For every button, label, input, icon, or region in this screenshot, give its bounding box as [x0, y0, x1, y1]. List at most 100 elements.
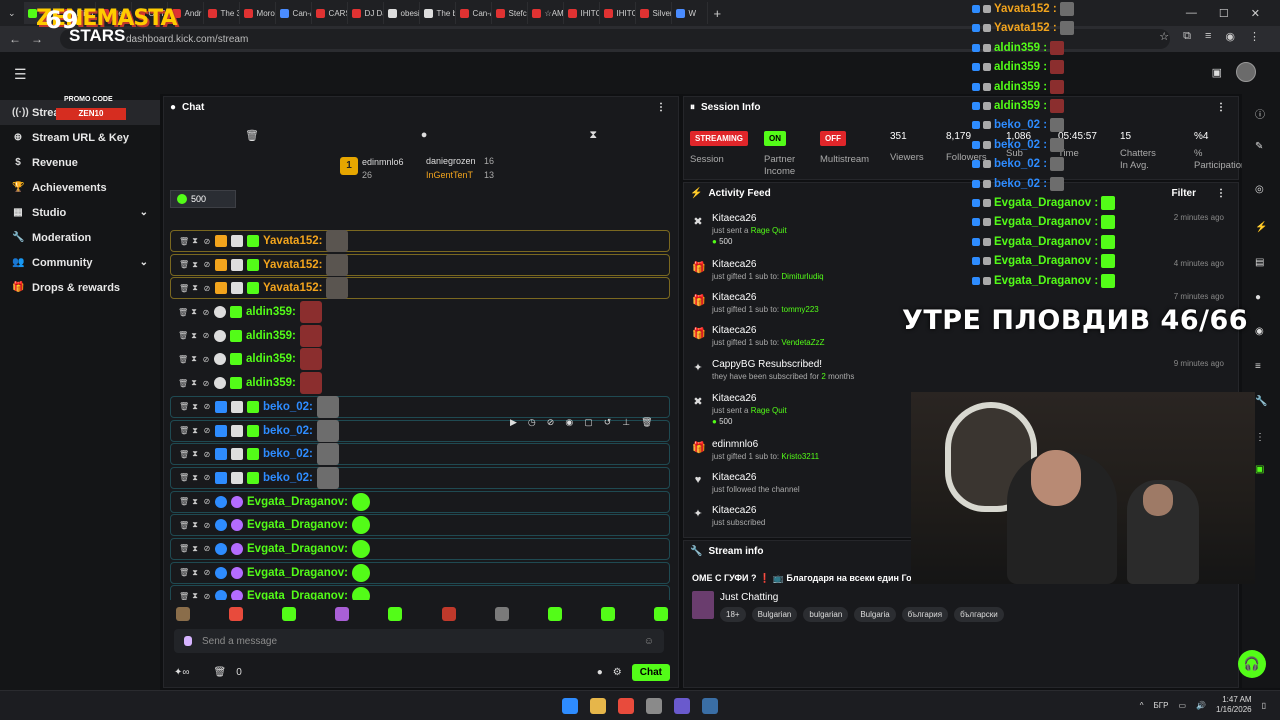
page-icon[interactable]: ▤	[1255, 257, 1264, 268]
camera-icon[interactable]: ◎	[1255, 184, 1264, 195]
tab-deleted-icon[interactable]: 🗑	[245, 129, 259, 142]
chat-menu-icon[interactable]: ⋮	[656, 102, 666, 113]
chat-message-row[interactable]: 🗑 ⧗ ⊘ Evgata_Draganov:	[170, 514, 670, 537]
chat-username[interactable]: aldin359:	[246, 353, 296, 365]
kicks-badge[interactable]: 500	[170, 190, 236, 208]
ban-msg-icon[interactable]: ⊘	[203, 402, 211, 411]
ban-msg-icon[interactable]: ⊘	[203, 473, 211, 482]
ban-msg-icon[interactable]: ⊘	[203, 544, 211, 553]
play-icon[interactable]: ▶	[510, 417, 517, 428]
chat-username[interactable]: Yavata152:	[263, 235, 322, 247]
chat-settings-gear-icon[interactable]: ⚙	[613, 667, 622, 678]
timeout-msg-icon[interactable]: ⧗	[191, 283, 199, 293]
file-explorer-icon[interactable]	[590, 698, 606, 714]
start-icon[interactable]	[562, 698, 578, 714]
support-headset-button[interactable]: 🎧	[1238, 650, 1266, 678]
leader-name[interactable]: daniegrozen	[426, 156, 476, 166]
chat-settings-bubble-icon[interactable]: ●	[597, 667, 603, 678]
chat-message-row[interactable]: 🗑 ⧗ ⊘ aldin359:	[170, 301, 670, 324]
ban-msg-icon[interactable]: ⊘	[202, 379, 210, 388]
chat-message-row[interactable]: 🗑 ⧗ ⊘ Yavata152:	[170, 277, 670, 300]
chat-username[interactable]: Evgata_Draganov:	[247, 567, 348, 579]
delete-msg-icon[interactable]: 🗑	[179, 521, 189, 530]
chat-message-row[interactable]: 🗑 ⧗ ⊘ Evgata_Draganov:	[170, 561, 670, 584]
delete-msg-icon[interactable]: 🗑	[179, 450, 189, 459]
quick-emote-icon[interactable]	[653, 607, 668, 621]
stream-tag[interactable]: Bulgarian	[751, 607, 798, 622]
browser-tab[interactable]: obesi	[384, 2, 420, 24]
ban-msg-icon[interactable]: ⊘	[203, 521, 211, 530]
discord-icon[interactable]	[674, 698, 690, 714]
browser-menu-icon[interactable]: ⋮	[1249, 30, 1260, 43]
ban-msg-icon[interactable]: ⊘	[203, 450, 211, 459]
timeout-msg-icon[interactable]: ⧗	[191, 426, 199, 436]
clock[interactable]: 1:47 AM 1/16/2026	[1216, 695, 1252, 715]
delete-msg-icon[interactable]: 🗑	[179, 237, 189, 246]
browser-tab[interactable]: Moro	[240, 2, 276, 24]
browser-tab[interactable]: Stefci	[492, 2, 528, 24]
sidebar-item-stream-url-key[interactable]: ⊕ Stream URL & Key	[0, 125, 160, 150]
active-rail-icon[interactable]: ▣	[1255, 464, 1264, 475]
chat-username[interactable]: beko_02:	[263, 401, 313, 413]
delete-msg-icon[interactable]: 🗑	[179, 568, 189, 577]
delete-msg-icon[interactable]: 🗑	[179, 497, 189, 506]
ban-msg-icon[interactable]: ⊘	[203, 568, 211, 577]
browser-tab[interactable]: Can-/	[456, 2, 492, 24]
multistream-off-badge[interactable]: OFF	[820, 131, 846, 146]
timeout-msg-icon[interactable]: ⧗	[191, 520, 199, 530]
chevron-down-icon[interactable]: ⌄	[140, 257, 148, 268]
browser-tab[interactable]: ☆AM	[528, 2, 564, 24]
timeout-msg-icon[interactable]: ⧗	[191, 260, 199, 270]
sidebar-item-community[interactable]: 👥 Community ⌄	[0, 250, 160, 275]
chat-messages[interactable]: 🗑 ⧗ ⊘ Yavata152: 🗑 ⧗ ⊘ Yavata152: 🗑 ⧗ ⊘ Yavata152: 🗑…	[170, 230, 670, 600]
delete-msg-icon[interactable]: 🗑	[179, 260, 189, 269]
send-chat-button[interactable]: Chat	[631, 663, 670, 681]
trash-count-icon[interactable]: 🗑	[214, 667, 227, 678]
reply-icon[interactable]: ◉	[565, 417, 573, 428]
theater-mode-icon[interactable]: ▣	[1212, 66, 1222, 79]
broadcast-icon[interactable]: ◉	[1255, 326, 1264, 337]
obs-icon[interactable]	[646, 698, 662, 714]
delete-msg-icon[interactable]: 🗑	[179, 284, 189, 293]
quick-emote-icon[interactable]	[229, 607, 244, 621]
chat-username[interactable]: Yavata152:	[263, 259, 322, 271]
tab-search-icon[interactable]: ⌄	[0, 8, 24, 19]
delete-msg-icon[interactable]: 🗑	[179, 592, 189, 600]
quick-emote-icon[interactable]	[494, 607, 509, 621]
tray-chevron-icon[interactable]: ^	[1140, 701, 1144, 710]
tab-chat-icon[interactable]: ●	[421, 129, 428, 141]
browser-tab[interactable]: IHITC	[564, 2, 600, 24]
delete-msg-icon[interactable]: 🗑	[178, 331, 188, 340]
ban-msg-icon[interactable]: ⊘	[203, 237, 211, 246]
message-input[interactable]: Send a message ☺	[174, 629, 664, 653]
volume-icon[interactable]: 🔊	[1196, 701, 1206, 710]
timeout-msg-icon[interactable]: ⧗	[191, 497, 199, 507]
sidebar-item-moderation[interactable]: 🔧 Moderation	[0, 225, 160, 250]
delete-msg-icon[interactable]: 🗑	[179, 402, 189, 411]
stream-tag[interactable]: българия	[901, 607, 949, 622]
partner-on-badge[interactable]: ON	[764, 131, 786, 146]
chat-message-row[interactable]: 🗑 ⧗ ⊘ Evgata_Draganov:	[170, 537, 670, 560]
timeout-msg-icon[interactable]: ⧗	[190, 307, 198, 317]
activity-item[interactable]: ✦ CappyBG Resubscribed! they have been sub…	[690, 359, 1230, 389]
chat-rail-icon[interactable]: ●	[1255, 292, 1261, 303]
network-icon[interactable]: ▭	[1178, 701, 1186, 710]
sidebar-item-studio[interactable]: ▦ Studio ⌄	[0, 200, 160, 225]
chat-message-row[interactable]: 🗑 ⧗ ⊘ beko_02:	[170, 395, 670, 418]
browser-tab[interactable]: Can-/	[276, 2, 312, 24]
timeout-msg-icon[interactable]: ⧗	[191, 402, 199, 412]
chat-message-row[interactable]: 🗑 ⧗ ⊘ Evgata_Draganov:	[170, 490, 670, 513]
pin-icon[interactable]: ⊥	[622, 417, 630, 428]
profile-icon[interactable]: ◉	[1225, 30, 1235, 43]
user-avatar[interactable]	[1236, 62, 1256, 82]
chat-message-row[interactable]: 🗑 ⧗ ⊘ aldin359:	[170, 372, 670, 395]
browser-tab[interactable]: W	[672, 2, 708, 24]
language-indicator[interactable]: БГР	[1154, 701, 1169, 710]
mute-icon[interactable]: ⊘	[547, 417, 555, 428]
chat-username[interactable]: Evgata_Draganov:	[247, 519, 348, 531]
chat-message-row[interactable]: 🗑 ⧗ ⊘ aldin359:	[170, 348, 670, 371]
delete-msg-icon[interactable]: 🗑	[179, 426, 189, 435]
edit-icon[interactable]: ✎	[1255, 141, 1263, 152]
chrome-icon[interactable]	[618, 698, 634, 714]
ban-msg-icon[interactable]: ⊘	[203, 284, 211, 293]
